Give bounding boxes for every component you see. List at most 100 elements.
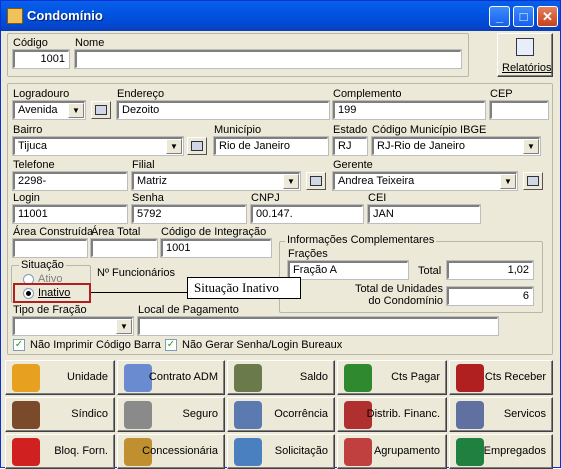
btn-contrato-adm[interactable]: Contrato ADM (117, 360, 225, 395)
cei-field[interactable]: JAN (367, 204, 481, 224)
cep-field[interactable] (489, 100, 549, 120)
gerente-select[interactable]: Andrea Teixeira ▼ (332, 171, 518, 191)
btn-empregados[interactable]: Empregados (449, 434, 553, 469)
area-construida-label: Área Construída (13, 226, 94, 238)
tipo-fracao-select[interactable]: ▼ (12, 316, 134, 336)
btn-distrib-financ[interactable]: Distrib. Financ. (337, 397, 447, 432)
group-icon (344, 438, 372, 466)
bairro-select[interactable]: Tijuca ▼ (12, 136, 184, 156)
gerente-label: Gerente (333, 159, 373, 171)
report-icon (516, 38, 534, 56)
fracoes-label: Frações (288, 248, 328, 260)
button-label: Cts Receber (484, 371, 546, 383)
bairro-label: Bairro (13, 124, 43, 136)
nome-label: Nome (75, 37, 105, 49)
area-total-field[interactable] (90, 238, 158, 258)
endereco-field[interactable]: Dezoito (116, 100, 330, 120)
login-field[interactable]: 11001 (12, 204, 128, 224)
tipo-fracao-label: Tipo de Fração (13, 304, 87, 316)
button-label: Empregados (483, 445, 546, 457)
button-label: Unidade (67, 371, 108, 383)
cnpj-field[interactable]: 00.147. (250, 204, 364, 224)
estado-field[interactable]: RJ (332, 136, 368, 156)
gerente-lookup-icon[interactable] (523, 172, 543, 190)
button-label: Síndico (71, 408, 108, 420)
area-construida-field[interactable] (12, 238, 88, 258)
btn-ocorr-ncia[interactable]: Ocorrência (227, 397, 335, 432)
fracao-field[interactable]: Fração A (287, 260, 409, 280)
request-icon (234, 438, 262, 466)
cnpj-label: CNPJ (251, 192, 280, 204)
close-button[interactable]: ✕ (537, 6, 558, 27)
btn-bloq-forn[interactable]: Bloq. Forn. (5, 434, 115, 469)
logradouro-label: Logradouro (13, 88, 70, 100)
window-title: Condomínio (27, 8, 103, 23)
login-label: Login (13, 192, 40, 204)
ibge-value: RJ-Rio de Janeiro (377, 140, 466, 152)
telefone-field[interactable]: 2298- (12, 171, 128, 191)
logradouro-value: Avenida (18, 104, 58, 116)
nao-imprimir-checkbox[interactable]: ✓ (13, 339, 25, 351)
cash-pay-icon (344, 364, 372, 392)
button-label: Bloq. Forn. (54, 445, 108, 457)
cei-label: CEI (368, 192, 387, 204)
button-label: Solicitação (274, 445, 328, 457)
chevron-down-icon: ▼ (68, 103, 84, 118)
minimize-button[interactable]: _ (489, 6, 510, 27)
cep-label: CEP (490, 88, 513, 100)
button-label: Servicos (503, 408, 546, 420)
relatorios-button[interactable]: Relatórios (497, 33, 553, 77)
button-label: Distrib. Financ. (366, 408, 440, 420)
nome-field[interactable] (74, 49, 462, 69)
chevron-down-icon: ▼ (116, 319, 132, 334)
nao-gerar-label: Não Gerar Senha/Login Bureaux (182, 339, 343, 351)
btn-agrupamento[interactable]: Agrupamento (337, 434, 447, 469)
occurrence-scroll-icon (234, 401, 262, 429)
bairro-lookup-icon[interactable] (187, 137, 207, 155)
unidades-label: Total de Unidades do Condomínio (354, 283, 443, 307)
btn-solicita-o[interactable]: Solicitação (227, 434, 335, 469)
situacao-label: Situação (19, 259, 66, 271)
chevron-down-icon: ▼ (283, 174, 299, 189)
title-bar[interactable]: Condomínio _ □ ✕ (1, 1, 560, 31)
total-field[interactable]: 1,02 (446, 260, 534, 280)
btn-seguro[interactable]: Seguro (117, 397, 225, 432)
municipio-field[interactable]: Rio de Janeiro (213, 136, 329, 156)
cash-receive-icon (456, 364, 484, 392)
btn-servicos[interactable]: Servicos (449, 397, 553, 432)
unidades-field[interactable]: 6 (446, 286, 534, 306)
app-icon (7, 8, 23, 24)
button-label: Seguro (182, 408, 218, 420)
senha-field[interactable]: 5792 (131, 204, 247, 224)
filial-select[interactable]: Matriz ▼ (131, 171, 301, 191)
employee-icon (456, 438, 484, 466)
btn-cts-pagar[interactable]: Cts Pagar (337, 360, 447, 395)
codigo-field[interactable]: 1001 (12, 49, 70, 69)
btn-saldo[interactable]: Saldo (227, 360, 335, 395)
funcionarios-field[interactable] (97, 281, 181, 299)
sindico-face-icon (12, 401, 40, 429)
complemento-field[interactable]: 199 (332, 100, 486, 120)
integracao-label: Código de Integração (161, 226, 267, 238)
bairro-value: Tijuca (18, 140, 47, 152)
local-pagamento-field[interactable] (137, 316, 499, 336)
btn-s-ndico[interactable]: Síndico (5, 397, 115, 432)
integracao-field[interactable]: 1001 (160, 238, 272, 258)
logradouro-select[interactable]: Avenida ▼ (12, 100, 86, 120)
btn-unidade[interactable]: Unidade (5, 360, 115, 395)
btn-concession-ria[interactable]: Concessionária (117, 434, 225, 469)
estado-label: Estado (333, 124, 368, 136)
filial-lookup-icon[interactable] (306, 172, 326, 190)
nao-gerar-checkbox[interactable]: ✓ (165, 339, 177, 351)
area-total-label: Área Total (91, 226, 141, 238)
local-pagamento-label: Local de Pagamento (138, 304, 239, 316)
btn-cts-receber[interactable]: Cts Receber (449, 360, 553, 395)
senha-label: Senha (132, 192, 164, 204)
ibge-select[interactable]: RJ-Rio de Janeiro ▼ (371, 136, 541, 156)
logradouro-lookup-icon[interactable] (91, 101, 111, 119)
person-icon (12, 364, 40, 392)
inativo-radio[interactable] (23, 288, 34, 299)
maximize-button[interactable]: □ (513, 6, 534, 27)
button-label: Saldo (299, 371, 328, 383)
filial-label: Filial (132, 159, 155, 171)
